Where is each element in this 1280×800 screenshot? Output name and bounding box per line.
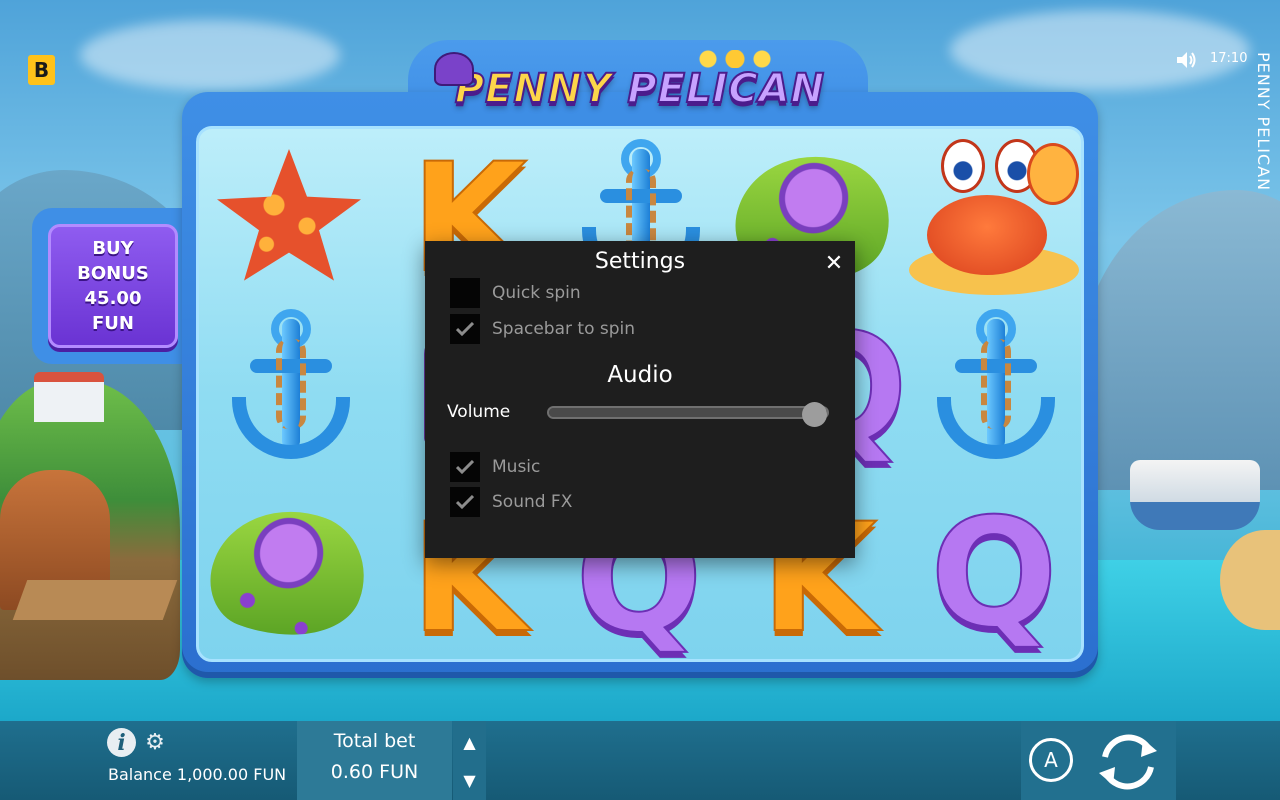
volume-label: Volume <box>447 402 511 422</box>
spacebar-checkbox[interactable] <box>450 314 480 344</box>
game-side-title: PENNY PELICAN <box>1254 52 1273 192</box>
bottom-left-panel: i ⚙ Balance 1,000.00 FUN <box>0 721 297 800</box>
reel-cell <box>199 487 382 659</box>
bet-stepper: ▲ ▼ <box>453 721 486 800</box>
reel-cell <box>204 304 374 474</box>
checkmark-icon <box>456 322 474 336</box>
background-cloud <box>80 20 340 90</box>
volume-fill <box>549 408 827 417</box>
logo-coins-icon <box>690 50 780 68</box>
info-icon[interactable]: i <box>107 728 136 757</box>
total-bet-panel: Total bet 0.60 FUN <box>297 721 452 800</box>
volume-slider[interactable] <box>547 406 829 419</box>
crab-icon <box>909 129 1079 299</box>
starfish-icon <box>217 149 361 281</box>
volume-slider-thumb[interactable] <box>802 402 827 427</box>
option-label: Quick spin <box>492 283 581 303</box>
buy-bonus-amount: 45.00 <box>84 288 142 309</box>
background-house <box>0 470 110 610</box>
background-beach <box>1220 530 1280 630</box>
option-label: Spacebar to spin <box>492 319 636 339</box>
option-label: Sound FX <box>492 492 573 512</box>
brand-badge: B <box>28 55 55 85</box>
option-spacebar-to-spin[interactable]: Spacebar to spin <box>450 314 635 344</box>
shell-icon <box>199 487 382 659</box>
option-music[interactable]: Music <box>450 452 540 482</box>
arrow-down-icon[interactable]: ▼ <box>453 761 486 799</box>
checkmark-icon <box>456 495 474 509</box>
background-lighthouse <box>34 372 104 422</box>
balance-display: Balance 1,000.00 FUN <box>108 765 287 784</box>
quick-spin-checkbox[interactable] <box>450 278 480 308</box>
settings-title: Settings <box>594 249 686 274</box>
background-island <box>0 380 180 680</box>
background-cloud <box>950 10 1250 90</box>
option-sound-fx[interactable]: Sound FX <box>450 487 572 517</box>
total-bet-label: Total bet <box>333 730 416 752</box>
buy-bonus-line2: BONUS <box>77 263 149 284</box>
letter-q-icon: Q <box>929 487 1059 661</box>
gear-icon[interactable]: ⚙ <box>144 732 166 754</box>
total-bet-value: 0.60 FUN <box>330 761 419 783</box>
background-boat <box>1130 460 1260 530</box>
game-logo: PENNY PELICAN <box>434 50 840 120</box>
background-pier <box>12 580 178 620</box>
anchor-icon <box>224 309 354 469</box>
clock: 17:10 <box>1210 51 1248 66</box>
background-mountain-right <box>1080 190 1280 490</box>
anchor-icon <box>929 309 1059 469</box>
buy-bonus-line1: BUY <box>92 238 134 259</box>
reel-cell <box>204 134 374 304</box>
sound-icon[interactable] <box>1175 50 1197 70</box>
logo-hat-icon <box>434 52 474 86</box>
audio-section-title: Audio <box>607 362 673 388</box>
autoplay-icon[interactable]: A <box>1029 738 1073 782</box>
reel-cell: Q <box>909 489 1079 659</box>
logo-word-2: PELICAN <box>626 65 826 113</box>
option-label: Music <box>492 457 541 477</box>
settings-dialog: Settings ✕ Quick spin Spacebar to spin A… <box>425 241 855 558</box>
bottom-bar: i ⚙ Balance 1,000.00 FUN Total bet 0.60 … <box>0 721 1280 800</box>
buy-bonus-button[interactable]: BUY BONUS 45.00 FUN <box>48 224 178 348</box>
music-checkbox[interactable] <box>450 452 480 482</box>
option-quick-spin[interactable]: Quick spin <box>450 278 581 308</box>
spin-icon[interactable] <box>1093 727 1163 797</box>
buy-bonus-currency: FUN <box>92 313 134 334</box>
checkmark-icon <box>456 460 474 474</box>
reel-cell <box>909 304 1079 474</box>
spin-controls: A <box>1021 721 1176 800</box>
reel-cell <box>909 129 1079 299</box>
logo-word-1: PENNY <box>454 65 613 113</box>
close-icon[interactable]: ✕ <box>823 253 845 275</box>
arrow-up-icon[interactable]: ▲ <box>453 723 486 761</box>
sound-fx-checkbox[interactable] <box>450 487 480 517</box>
